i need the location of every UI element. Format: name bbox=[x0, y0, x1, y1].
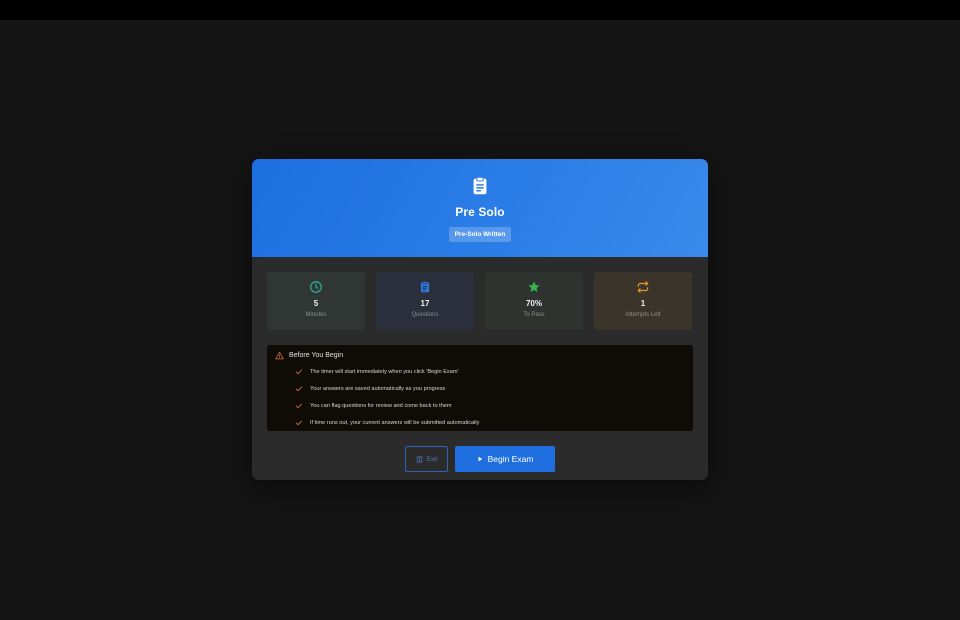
check-icon bbox=[295, 403, 303, 408]
clipboard-icon bbox=[420, 281, 430, 293]
top-bar bbox=[0, 0, 960, 20]
stat-attempts: 1 Attempts Left bbox=[594, 272, 692, 330]
clipboard-icon bbox=[473, 176, 487, 195]
list-item: The timer will start immediately when yo… bbox=[295, 363, 685, 380]
stat-value: 70% bbox=[525, 299, 542, 308]
list-item-text: The timer will start immediately when yo… bbox=[310, 368, 459, 375]
exam-title: Pre Solo bbox=[455, 205, 505, 219]
warning-icon bbox=[275, 351, 284, 360]
stat-label: To Pass bbox=[523, 312, 545, 318]
clock-icon bbox=[310, 281, 322, 293]
list-item-text: You can flag questions for review and co… bbox=[310, 402, 452, 409]
stat-label: Minutes bbox=[305, 312, 327, 318]
stat-minutes: 5 Minutes bbox=[267, 272, 365, 330]
list-item-text: If time runs out, your current answers w… bbox=[310, 419, 480, 426]
exit-icon bbox=[416, 456, 422, 462]
list-item: If time runs out, your current answers w… bbox=[295, 414, 685, 431]
play-icon bbox=[478, 456, 482, 462]
list-item: You can flag questions for review and co… bbox=[295, 397, 685, 414]
stat-pass-score: 70% To Pass bbox=[485, 272, 583, 330]
check-icon bbox=[295, 420, 303, 425]
list-item: Your answers are saved automatically as … bbox=[295, 380, 685, 397]
star-icon bbox=[528, 281, 540, 292]
stat-label: Attempts Left bbox=[625, 312, 661, 318]
stat-label: Questions bbox=[411, 312, 439, 318]
exam-header: Pre Solo Pre-Solo Written bbox=[252, 159, 708, 257]
begin-exam-button[interactable]: Begin Exam bbox=[455, 446, 555, 472]
dialog-actions: Exit Begin Exam bbox=[252, 446, 708, 472]
exam-type-badge: Pre-Solo Written bbox=[448, 227, 512, 242]
stat-value: 17 bbox=[420, 299, 430, 308]
before-you-begin-notice: Before You Begin The timer will start im… bbox=[267, 345, 693, 431]
stat-value: 1 bbox=[640, 299, 646, 308]
exam-start-dialog: Pre Solo Pre-Solo Written 5 Minutes 17 Q… bbox=[252, 159, 708, 480]
notice-header: Before You Begin bbox=[275, 351, 685, 360]
repeat-icon bbox=[637, 281, 649, 293]
check-icon bbox=[295, 386, 303, 391]
check-icon bbox=[295, 369, 303, 374]
exit-button-label: Exit bbox=[426, 455, 438, 463]
notice-title: Before You Begin bbox=[289, 352, 344, 359]
list-item-text: Your answers are saved automatically as … bbox=[310, 385, 446, 392]
begin-exam-button-label: Begin Exam bbox=[487, 454, 534, 464]
notice-list: The timer will start immediately when yo… bbox=[275, 363, 685, 431]
stat-value: 5 bbox=[313, 299, 319, 308]
exam-stats: 5 Minutes 17 Questions 70% To Pass 1 Att… bbox=[252, 257, 708, 330]
exit-button[interactable]: Exit bbox=[405, 446, 448, 472]
stat-questions: 17 Questions bbox=[376, 272, 474, 330]
